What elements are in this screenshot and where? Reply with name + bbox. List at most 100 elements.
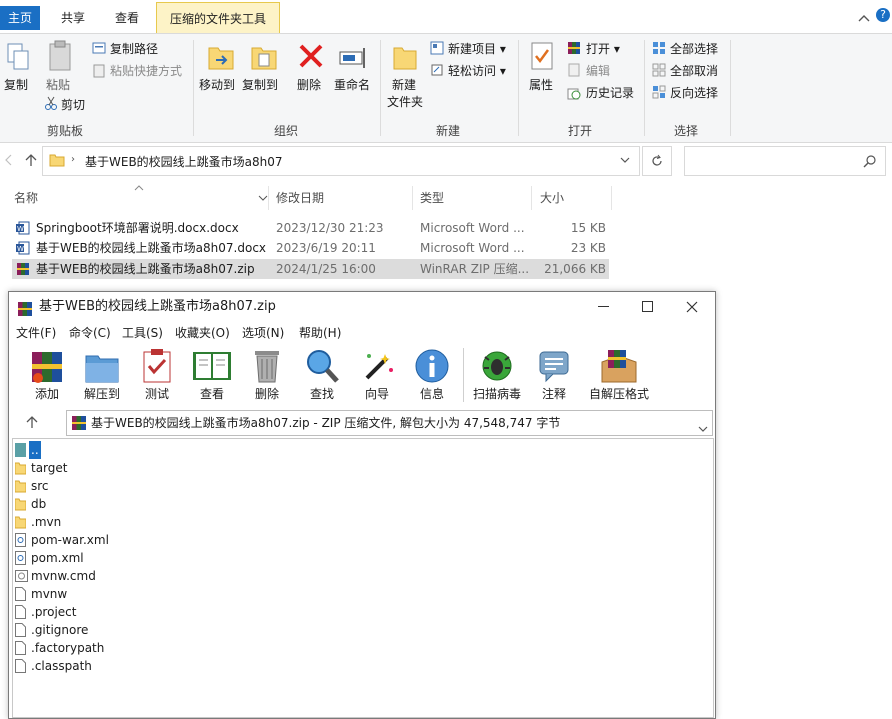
list-item-name: mvnw bbox=[31, 587, 68, 601]
column-header-name[interactable]: 名称 bbox=[14, 186, 268, 210]
folder-icon bbox=[15, 516, 26, 529]
select-all-button[interactable]: 全部选择 bbox=[670, 40, 718, 57]
file-modified: 2024/1/25 16:00 bbox=[276, 262, 376, 276]
delete-button[interactable]: 删除 bbox=[297, 76, 321, 93]
archive-file-list: .. target src db .mvn pom-war.xml pom.xm… bbox=[12, 438, 714, 718]
file-row[interactable]: W Springboot环境部署说明.docx.docx 2023/12/30 … bbox=[12, 218, 609, 238]
toolbar-sfx-button[interactable]: 自解压格式 bbox=[589, 344, 649, 406]
invert-selection-button[interactable]: 反向选择 bbox=[670, 84, 718, 101]
tab-view[interactable]: 查看 bbox=[104, 6, 150, 30]
close-button[interactable] bbox=[677, 292, 707, 322]
ribbon-separator bbox=[518, 40, 519, 136]
list-item-name: target bbox=[31, 461, 68, 475]
toolbar-test-button[interactable]: 测试 bbox=[131, 344, 183, 406]
toolbar-info-button[interactable]: 信息 bbox=[406, 344, 458, 406]
edit-button[interactable]: 编辑 bbox=[586, 62, 610, 79]
copy-button[interactable]: 复制 bbox=[4, 76, 28, 93]
refresh-icon bbox=[652, 154, 662, 166]
column-divider bbox=[268, 186, 269, 210]
rename-button[interactable]: 重命名 bbox=[334, 76, 370, 93]
invert-selection-icon bbox=[652, 85, 666, 102]
new-folder-button-line1[interactable]: 新建 bbox=[392, 76, 416, 93]
menu-favorites[interactable]: 收藏夹(O) bbox=[175, 323, 230, 343]
address-bar[interactable]: › 基于WEB的校园线上跳蚤市场a8h07 bbox=[42, 146, 640, 176]
toolbar-find-button[interactable]: 查找 bbox=[296, 344, 348, 406]
up-level-icon[interactable] bbox=[25, 415, 39, 432]
toolbar-virus-scan-button[interactable]: 扫描病毒 bbox=[471, 344, 523, 406]
column-header-type[interactable]: 类型 bbox=[420, 186, 520, 210]
winrar-titlebar[interactable]: 基于WEB的校园线上跳蚤市场a8h07.zip bbox=[9, 292, 715, 322]
file-modified: 2023/6/19 20:11 bbox=[276, 241, 376, 255]
word-icon: W bbox=[16, 241, 30, 261]
cut-button[interactable]: 剪切 bbox=[61, 96, 85, 113]
new-folder-icon[interactable] bbox=[392, 42, 418, 75]
maximize-button[interactable] bbox=[633, 292, 663, 322]
tab-home[interactable]: 主页 bbox=[0, 6, 40, 30]
rename-icon[interactable] bbox=[338, 44, 368, 73]
list-item-name: mvnw.cmd bbox=[31, 569, 96, 583]
menu-tools[interactable]: 工具(S) bbox=[122, 323, 163, 343]
copy-to-button[interactable]: 复制到 bbox=[242, 76, 278, 93]
toolbar-add-button[interactable]: 添加 bbox=[21, 344, 73, 406]
move-to-button[interactable]: 移动到 bbox=[199, 76, 235, 93]
properties-icon[interactable] bbox=[530, 41, 554, 74]
list-item-name: db bbox=[31, 497, 47, 511]
toolbar-info-label: 信息 bbox=[419, 387, 444, 401]
paste-shortcut-button[interactable]: 粘贴快捷方式 bbox=[110, 62, 182, 79]
easy-access-button[interactable]: 轻松访问 ▾ bbox=[448, 62, 506, 79]
open-button[interactable]: 打开 ▾ bbox=[586, 40, 620, 57]
copy-to-icon[interactable] bbox=[249, 42, 279, 75]
list-item-name: .. bbox=[29, 441, 41, 459]
minimize-button[interactable] bbox=[589, 292, 619, 322]
search-input[interactable] bbox=[684, 146, 886, 176]
toolbar-test-label: 测试 bbox=[144, 387, 169, 401]
toolbar-wizard-button[interactable]: 向导 bbox=[351, 344, 403, 406]
toolbar-delete-button[interactable]: 删除 bbox=[241, 344, 293, 406]
breadcrumb[interactable]: 基于WEB的校园线上跳蚤市场a8h07 bbox=[85, 153, 283, 170]
column-header-modified[interactable]: 修改日期 bbox=[276, 186, 406, 210]
tab-compressed-folder-tools[interactable]: 压缩的文件夹工具 bbox=[156, 2, 280, 33]
easy-access-icon bbox=[430, 63, 444, 80]
winrar-open-icon bbox=[567, 41, 581, 58]
address-dropdown-icon[interactable] bbox=[619, 154, 631, 169]
collapse-ribbon-icon[interactable] bbox=[858, 12, 870, 26]
toolbar-extract-button[interactable]: 解压到 bbox=[76, 344, 128, 406]
easy-access-label: 轻松访问 bbox=[448, 64, 497, 78]
help-icon[interactable]: ? bbox=[876, 8, 890, 22]
copy-path-button[interactable]: 复制路径 bbox=[110, 40, 158, 57]
toolbar-comment-button[interactable]: 注释 bbox=[528, 344, 580, 406]
select-none-icon bbox=[652, 63, 666, 80]
ribbon-separator bbox=[193, 40, 194, 136]
toolbar-separator bbox=[463, 348, 464, 402]
column-header-size[interactable]: 大小 bbox=[540, 186, 600, 210]
ribbon: 复制 粘贴 复制路径 粘贴快捷方式 剪切 剪贴板 移动到 复制到 删除 重命名 … bbox=[0, 33, 892, 143]
select-none-button[interactable]: 全部取消 bbox=[670, 62, 718, 79]
back-arrow-icon[interactable] bbox=[4, 153, 18, 170]
new-item-button[interactable]: 新建项目 ▾ bbox=[448, 40, 506, 57]
cut-icon bbox=[44, 96, 58, 113]
paste-button[interactable]: 粘贴 bbox=[46, 76, 70, 93]
up-arrow-icon[interactable] bbox=[24, 153, 38, 170]
paste-icon[interactable] bbox=[47, 40, 73, 75]
menu-options[interactable]: 选项(N) bbox=[242, 323, 284, 343]
file-row-selected[interactable]: 基于WEB的校园线上跳蚤市场a8h07.zip 2024/1/25 16:00 … bbox=[12, 259, 609, 279]
history-button[interactable]: 历史记录 bbox=[586, 84, 634, 101]
menu-help[interactable]: 帮助(H) bbox=[299, 323, 341, 343]
toolbar-view-label: 查看 bbox=[199, 387, 224, 401]
properties-button[interactable]: 属性 bbox=[529, 76, 553, 93]
toolbar-view-button[interactable]: 查看 bbox=[186, 344, 238, 406]
refresh-button[interactable] bbox=[642, 146, 672, 176]
new-folder-button-line2[interactable]: 文件夹 bbox=[387, 93, 423, 110]
svg-text:W: W bbox=[17, 225, 24, 233]
delete-icon[interactable] bbox=[297, 42, 325, 73]
column-divider bbox=[611, 186, 612, 210]
tab-share[interactable]: 共享 bbox=[48, 6, 98, 30]
archive-path-field[interactable]: 基于WEB的校园线上跳蚤市场a8h07.zip - ZIP 压缩文件, 解包大小… bbox=[66, 410, 713, 436]
copy-icon[interactable] bbox=[6, 42, 30, 75]
move-to-icon[interactable] bbox=[206, 42, 236, 75]
menu-commands[interactable]: 命令(C) bbox=[69, 323, 111, 343]
file-name: 基于WEB的校园线上跳蚤市场a8h07.docx bbox=[36, 241, 267, 255]
file-row[interactable]: W 基于WEB的校园线上跳蚤市场a8h07.docx 2023/6/19 20:… bbox=[12, 238, 609, 258]
column-dropdown-icon[interactable] bbox=[258, 191, 268, 205]
menu-file[interactable]: 文件(F) bbox=[16, 323, 56, 343]
